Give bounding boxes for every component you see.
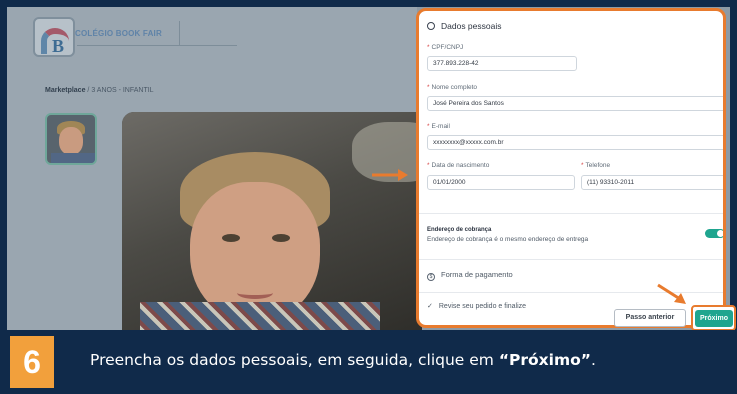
product-thumbnail[interactable]	[45, 113, 97, 165]
billing-toggle[interactable]	[705, 229, 723, 238]
header-divider-vertical	[179, 21, 180, 45]
payment-section-text: Forma de pagamento	[441, 270, 513, 279]
instruction-text: Preencha os dados pessoais, em seguida, …	[90, 351, 596, 369]
instruction-bold: “Próximo”	[498, 351, 591, 369]
name-field[interactable]: José Pereira dos Santos	[427, 96, 723, 111]
header-divider	[77, 45, 237, 46]
caption-bar: 6 Preencha os dados pessoais, em seguida…	[0, 330, 737, 394]
instruction-end: .	[590, 351, 596, 369]
birth-label-text: Data de nascimento	[431, 162, 490, 169]
toggle-knob	[717, 230, 723, 237]
phone-field[interactable]: (11) 93310-2011	[581, 175, 723, 190]
school-name[interactable]: COLÉGIO BOOK FAIR	[75, 29, 162, 38]
tutorial-frame: B COLÉGIO BOOK FAIR Marketplace / 3 ANOS…	[0, 0, 737, 394]
photo-eye-left	[222, 234, 240, 242]
cpf-field[interactable]: 377.893.228-42	[427, 56, 577, 71]
payment-icon: $	[427, 273, 435, 281]
arrow-down-right-icon	[657, 283, 686, 304]
section-divider	[419, 213, 723, 214]
name-label-text: Nome completo	[431, 84, 478, 91]
next-button[interactable]: Próximo	[695, 310, 733, 327]
photo-mouth	[237, 287, 273, 299]
billing-description: Endereço de cobrança é o mesmo endereço …	[427, 236, 589, 243]
user-icon	[427, 22, 435, 30]
email-label-text: E-mail	[431, 123, 450, 130]
personal-data-panel: Dados pessoais * CPF/CNPJ 377.893.228-42 …	[416, 8, 726, 328]
breadcrumb-separator: /	[87, 87, 90, 94]
phone-label-text: Telefone	[585, 162, 611, 169]
birth-label: * Data de nascimento	[427, 162, 490, 169]
review-section[interactable]: ✓ Revise seu pedido e finalize	[427, 302, 526, 310]
previous-step-button[interactable]: Passo anterior	[614, 309, 686, 327]
cpf-label-text: CPF/CNPJ	[431, 44, 464, 51]
breadcrumb-marketplace[interactable]: Marketplace	[45, 87, 85, 94]
section-title: Dados pessoais	[427, 21, 501, 31]
name-label: * Nome completo	[427, 84, 478, 91]
cpf-label: * CPF/CNPJ	[427, 44, 464, 51]
arrow-right-icon	[372, 169, 408, 181]
breadcrumb: Marketplace / 3 ANOS - INFANTIL	[45, 87, 154, 94]
section-title-text: Dados pessoais	[441, 21, 502, 31]
logo-letter: B	[52, 36, 65, 56]
thumbnail-shirt	[51, 153, 95, 163]
product-photo	[122, 112, 422, 330]
step-number-badge: 6	[10, 336, 54, 388]
check-icon: ✓	[427, 303, 433, 310]
photo-eye-right	[272, 234, 290, 242]
breadcrumb-current: 3 ANOS - INFANTIL	[91, 87, 154, 94]
phone-label: * Telefone	[581, 162, 611, 169]
next-button-highlight: Próximo	[691, 305, 736, 331]
email-label: * E-mail	[427, 123, 450, 130]
photo-face	[190, 182, 320, 322]
thumbnail-face	[59, 127, 83, 155]
billing-title: Endereço de cobrança	[427, 227, 492, 233]
email-field[interactable]: xxxxxxxx@xxxxx.com.br	[427, 135, 723, 150]
photo-shirt	[140, 302, 380, 330]
instruction-part: Preencha os dados pessoais, em seguida, …	[90, 351, 499, 369]
section-divider	[419, 259, 723, 260]
review-section-text: Revise seu pedido e finalize	[438, 303, 527, 310]
school-logo[interactable]: B	[33, 17, 75, 57]
birth-date-field[interactable]: 01/01/2000	[427, 175, 575, 190]
payment-section[interactable]: $ Forma de pagamento	[427, 270, 513, 281]
